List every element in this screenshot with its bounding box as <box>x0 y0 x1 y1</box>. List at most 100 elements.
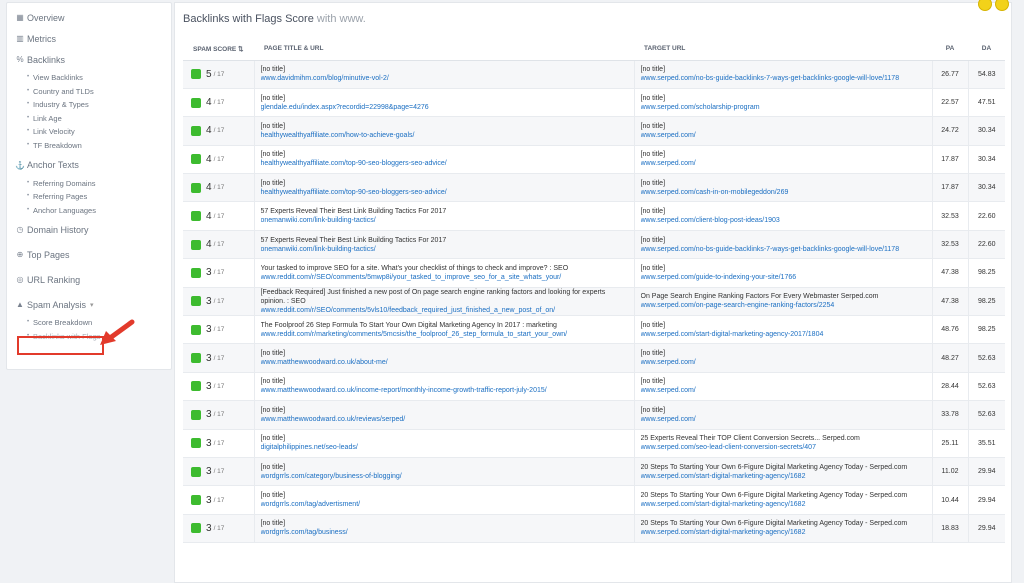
page-title-text: [no title] <box>260 492 286 500</box>
page-cell: [no title] www.matthewwoodward.co.uk/revi… <box>254 400 635 430</box>
page-url-link[interactable]: digitalphilippines.net/seo-leads/ <box>261 443 628 452</box>
nav-top-pages-label: Top Pages <box>27 249 70 260</box>
col-target-url[interactable]: TARGET URL <box>634 38 932 61</box>
target-url-link[interactable]: www.serped.com/start-digital-marketing-a… <box>641 528 926 537</box>
target-cell: 25 Experts Reveal Their TOP Client Conve… <box>634 429 933 458</box>
col-da[interactable]: DA <box>968 38 1005 61</box>
score-flag-icon <box>191 466 201 477</box>
target-url-link[interactable]: www.serped.com/ <box>641 159 926 168</box>
nav-backlinks[interactable]: % Backlinks <box>15 51 171 68</box>
sidebar-item-industry-types[interactable]: Industry & Types <box>27 98 171 112</box>
sidebar: ▦ Overview ▥ Metrics % Backlinks View Ba… <box>6 2 172 370</box>
spam-score-max: / 17 <box>213 269 225 277</box>
target-url-link[interactable]: www.serped.com/cash-in-on-mobilegeddon/2… <box>641 188 926 197</box>
page-title-text: [no title] <box>260 151 286 159</box>
spam-score-max: / 17 <box>213 468 225 476</box>
nav-top-pages[interactable]: ⊕ Top Pages <box>15 246 171 263</box>
nav-anchor-texts[interactable]: ⚓ Anchor Texts <box>15 157 171 174</box>
target-url-link[interactable]: www.serped.com/guide-to-indexing-your-si… <box>641 273 926 282</box>
page-url-link[interactable]: www.matthewwoodward.co.uk/income-report/… <box>261 386 628 395</box>
spam-score-cell: 3/ 17 <box>183 315 255 345</box>
target-title-text: [no title] <box>640 151 666 159</box>
page-url-link[interactable]: www.davidmihm.com/blog/minutive-vol-2/ <box>261 74 628 83</box>
sidebar-item-anchor-languages[interactable]: Anchor Languages <box>27 204 171 218</box>
nav-overview[interactable]: ▦ Overview <box>15 9 171 26</box>
target-url-link[interactable]: www.serped.com/no-bs-guide-backlinks-7-w… <box>641 74 926 83</box>
da-value: 22.60 <box>968 201 1005 231</box>
sidebar-item-referring-domains[interactable]: Referring Domains <box>27 177 171 191</box>
target-cell: [no title] www.serped.com/client-blog-pos… <box>634 201 933 231</box>
target-title-text: [no title] <box>640 264 666 272</box>
page-url-link[interactable]: onemanwiki.com/link-building-tactics/ <box>261 216 628 225</box>
sidebar-item-tf-breakdown[interactable]: TF Breakdown <box>27 139 171 153</box>
col-pa[interactable]: PA <box>932 38 968 61</box>
table-row: 3/ 17 [no title] www.matthewwoodward.co.uk… <box>183 400 1005 430</box>
sidebar-item-link-velocity[interactable]: Link Velocity <box>27 125 171 139</box>
pa-value: 47.38 <box>932 287 969 317</box>
target-url-link[interactable]: www.serped.com/start-digital-marketing-a… <box>641 330 926 339</box>
nav-url-ranking-label: URL Ranking <box>27 274 81 285</box>
page-url-link[interactable]: wordgrrls.com/tag/business/ <box>261 528 628 537</box>
target-url-link[interactable]: www.serped.com/start-digital-marketing-a… <box>641 500 926 509</box>
backlinks-table: SPAM SCORE ⇅ PAGE TITLE & URL TARGET URL… <box>183 38 1005 544</box>
page-url-link[interactable]: healthywealthyaffiliate.com/how-to-achie… <box>261 131 628 140</box>
nav-spam-analysis[interactable]: ▲ Spam Analysis ▾ <box>15 296 171 313</box>
page-url-link[interactable]: www.reddit.com/r/SEO/comments/5mwp8i/you… <box>261 273 628 282</box>
target-url-link[interactable]: www.serped.com/ <box>641 358 926 367</box>
target-url-link[interactable]: www.serped.com/ <box>641 386 926 395</box>
target-url-link[interactable]: www.serped.com/on-page-search-engine-ran… <box>641 301 926 310</box>
spam-score-value: 3 <box>206 494 212 506</box>
col-page-title-url[interactable]: PAGE TITLE & URL <box>254 38 634 61</box>
page-url-link[interactable]: www.reddit.com/r/SEO/comments/5vls10/fee… <box>261 306 628 315</box>
target-title-text: [no title] <box>640 350 666 358</box>
sidebar-item-referring-pages[interactable]: Referring Pages <box>27 190 171 204</box>
page-url-link[interactable]: onemanwiki.com/link-building-tactics/ <box>261 245 628 254</box>
nav-metrics-label: Metrics <box>27 33 56 44</box>
target-url-link[interactable]: www.serped.com/start-digital-marketing-a… <box>641 472 926 481</box>
table-row: 3/ 17 The Foolproof 26 Step Formula To St… <box>183 315 1005 345</box>
target-cell: [no title] www.serped.com/ <box>634 343 933 373</box>
target-url-link[interactable]: www.serped.com/seo-lead-client-conversio… <box>641 443 926 452</box>
nav-domain-history[interactable]: ◷ Domain History <box>15 221 171 238</box>
page-url-link[interactable]: glendale.edu/index.aspx?recordid=22998&p… <box>261 103 628 112</box>
score-flag-icon <box>191 409 201 420</box>
sidebar-item-view-backlinks[interactable]: View Backlinks <box>27 71 171 85</box>
col-spam-score[interactable]: SPAM SCORE ⇅ <box>183 38 254 61</box>
da-value: 29.94 <box>968 514 1005 544</box>
page-title-text: [no title] <box>260 66 286 74</box>
nav-spam-label: Spam Analysis <box>27 299 87 310</box>
spam-score-max: / 17 <box>213 382 225 390</box>
target-url-link[interactable]: www.serped.com/client-blog-post-ideas/19… <box>641 216 926 225</box>
page-cell: [no title] wordgrrls.com/tag/advertisment… <box>254 485 635 515</box>
target-url-link[interactable]: www.serped.com/ <box>641 131 926 140</box>
page-url-link[interactable]: wordgrrls.com/category/business-of-blogg… <box>261 472 628 481</box>
page-url-link[interactable]: www.matthewwoodward.co.uk/about-me/ <box>261 358 628 367</box>
page-cell: 57 Experts Reveal Their Best Link Buildi… <box>254 230 635 260</box>
table-row: 3/ 17 [no title] wordgrrls.com/tag/adverti… <box>183 485 1005 515</box>
col-spam-score-label: SPAM SCORE <box>193 45 237 53</box>
target-title-text: 20 Steps To Starting Your Own 6-Figure D… <box>640 520 908 528</box>
page-subtitle: with www. <box>316 13 366 25</box>
pa-value: 33.78 <box>932 400 969 430</box>
spam-score-value: 3 <box>206 437 212 449</box>
sidebar-item-country-tlds[interactable]: Country and TLDs <box>27 85 171 99</box>
spam-score-value: 3 <box>206 295 212 307</box>
target-url-link[interactable]: www.serped.com/no-bs-guide-backlinks-7-w… <box>641 245 926 254</box>
page-url-link[interactable]: www.reddit.com/r/marketing/comments/5mcs… <box>261 330 628 339</box>
spam-score-value: 3 <box>206 522 212 534</box>
target-cell: [no title] www.serped.com/start-digital-m… <box>634 315 933 345</box>
target-cell: [no title] www.serped.com/ <box>634 116 933 146</box>
page-title: Backlinks with Flags Score with www. <box>183 13 1003 25</box>
nav-metrics[interactable]: ▥ Metrics <box>15 30 171 47</box>
score-flag-icon <box>191 324 201 335</box>
page-url-link[interactable]: healthywealthyaffiliate.com/top-90-seo-b… <box>261 159 628 168</box>
target-url-link[interactable]: www.serped.com/ <box>641 415 926 424</box>
page-url-link[interactable]: healthywealthyaffiliate.com/top-90-seo-b… <box>261 188 628 197</box>
target-url-link[interactable]: www.serped.com/scholarship-program <box>641 103 926 112</box>
score-flag-icon <box>191 381 201 392</box>
page-url-link[interactable]: wordgrrls.com/tag/advertisment/ <box>261 500 628 509</box>
nav-url-ranking[interactable]: ◎ URL Ranking <box>15 271 171 288</box>
sidebar-item-link-age[interactable]: Link Age <box>27 112 171 126</box>
spam-score-max: / 17 <box>213 241 225 249</box>
page-url-link[interactable]: www.matthewwoodward.co.uk/reviews/serped… <box>261 415 628 424</box>
